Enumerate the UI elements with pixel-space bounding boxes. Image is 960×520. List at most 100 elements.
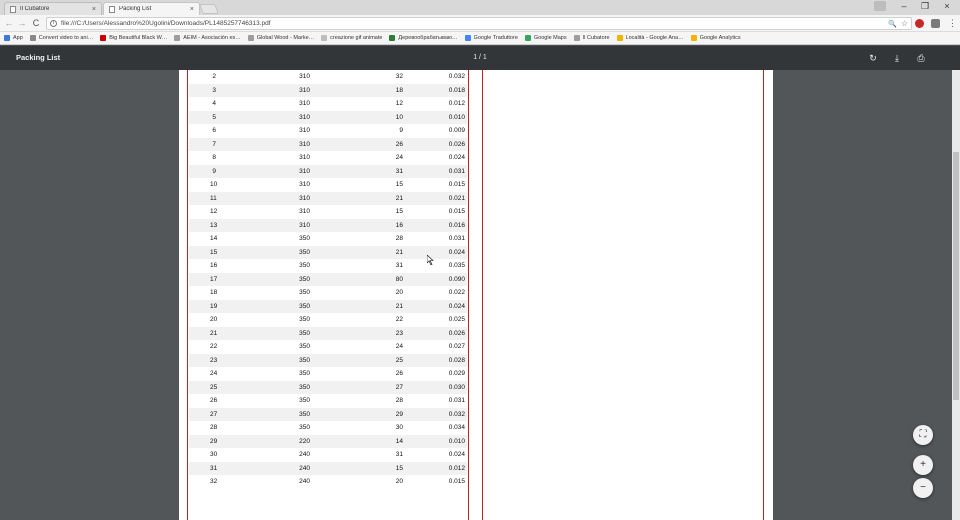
bookmark-star-icon[interactable]: ☆ xyxy=(901,19,908,28)
table-row: 29 220 14 0.010 xyxy=(189,434,467,448)
extension-icon[interactable] xyxy=(915,19,924,28)
close-window-button[interactable]: × xyxy=(939,1,955,11)
table-row: 24 350 26 0.029 xyxy=(189,367,467,381)
quantity-value: 31 xyxy=(395,262,403,269)
bookmark-item[interactable]: Convert video to ani… xyxy=(29,35,94,41)
length-value: 310 xyxy=(299,208,310,215)
bookmark-label: Big Beautiful Black W… xyxy=(109,35,168,41)
scrollbar[interactable] xyxy=(952,70,960,520)
length-value: 350 xyxy=(299,275,310,283)
quantity-value: 21 xyxy=(395,248,403,256)
length-value: 350 xyxy=(299,397,310,404)
volume-value: 0.035 xyxy=(448,262,465,269)
bookmark-label: AEIM - Asociación es… xyxy=(183,35,241,41)
quantity-value: 20 xyxy=(395,289,403,296)
row-number: 18 xyxy=(210,289,218,296)
minimize-button[interactable]: – xyxy=(896,1,912,11)
bookmark-item[interactable]: App xyxy=(4,35,23,41)
zoom-in-button[interactable]: + xyxy=(913,455,933,475)
quantity-value: 28 xyxy=(395,235,403,242)
print-icon[interactable]: ⎙ xyxy=(915,52,927,64)
table-row: 11 310 21 0.021 xyxy=(189,191,467,205)
forward-button[interactable]: → xyxy=(16,18,28,28)
length-value: 350 xyxy=(299,329,310,337)
volume-value: 0.032 xyxy=(448,410,465,418)
download-icon[interactable]: ⤓ xyxy=(891,52,903,64)
row-number: 25 xyxy=(210,383,218,391)
browser-toolbar: ← → C i file:///C:/Users/Alessandro%20Ug… xyxy=(0,15,960,32)
page-indicator: 1 / 1 xyxy=(473,54,487,61)
tab-packing-list[interactable]: Packing List × xyxy=(103,2,200,15)
length-value: 220 xyxy=(299,437,310,445)
bookmark-label: creazione gif animate xyxy=(330,35,383,41)
profile-icon[interactable] xyxy=(874,1,886,11)
row-number: 6 xyxy=(212,127,216,134)
length-value: 240 xyxy=(299,451,310,458)
row-number: 17 xyxy=(210,275,218,283)
bookmark-item[interactable]: Google Analytics xyxy=(690,35,741,41)
bookmark-favicon-icon xyxy=(4,35,10,41)
table-row: 23 350 25 0.028 xyxy=(189,353,467,367)
pdf-viewport[interactable]: 2 310 32 0.032 3 310 18 0.018 4 310 12 0.012 5 310 10 0… xyxy=(0,70,952,520)
bookmark-item[interactable]: Деревообрабатываю… xyxy=(389,35,458,41)
close-tab-icon[interactable]: × xyxy=(92,6,96,13)
new-tab-button[interactable] xyxy=(199,4,219,14)
row-number: 11 xyxy=(210,194,217,202)
quantity-value: 26 xyxy=(395,370,403,377)
row-number: 24 xyxy=(210,370,218,377)
restore-button[interactable]: ❐ xyxy=(917,1,933,12)
info-icon[interactable]: i xyxy=(50,20,57,27)
document-icon xyxy=(109,5,115,13)
quantity-value: 9 xyxy=(399,127,403,134)
menu-icon[interactable]: ⋮ xyxy=(948,18,957,29)
table-row: 5 310 10 0.010 xyxy=(189,110,467,124)
volume-value: 0.021 xyxy=(448,194,465,202)
fit-page-button[interactable]: ⛶ xyxy=(913,425,933,445)
back-button[interactable]: ← xyxy=(3,18,15,28)
zoom-icon[interactable]: 🔍 xyxy=(888,20,897,28)
quantity-value: 28 xyxy=(395,397,403,404)
zoom-out-button[interactable]: − xyxy=(913,478,933,498)
close-tab-icon[interactable]: × xyxy=(190,6,194,13)
quantity-value: 20 xyxy=(395,478,403,485)
rotate-icon[interactable]: ↻ xyxy=(867,52,879,64)
bookmark-item[interactable]: Il Cubatore xyxy=(573,35,610,41)
bookmark-item[interactable]: Google Maps xyxy=(524,35,567,41)
bookmark-item[interactable]: Big Beautiful Black W… xyxy=(100,35,167,41)
length-value: 310 xyxy=(299,194,310,202)
bookmark-item[interactable]: Google Traduttore xyxy=(464,35,518,41)
table-row: 10 310 15 0.015 xyxy=(189,178,467,192)
row-number: 12 xyxy=(210,208,218,215)
quantity-value: 10 xyxy=(395,113,403,121)
bookmark-item[interactable]: Località - Google Ana… xyxy=(616,35,684,41)
quantity-value: 21 xyxy=(395,194,403,202)
row-number: 16 xyxy=(210,262,218,269)
bookmark-favicon-icon xyxy=(321,35,328,41)
length-value: 310 xyxy=(299,154,310,161)
table-row: 31 240 15 0.012 xyxy=(189,461,467,475)
volume-value: 0.015 xyxy=(448,208,465,215)
quantity-value: 32 xyxy=(395,73,403,80)
quantity-value: 12 xyxy=(395,100,403,107)
address-bar[interactable]: i file:///C:/Users/Alessandro%20Ugolini/… xyxy=(46,17,912,30)
bookmark-label: Convert video to ani… xyxy=(38,35,94,41)
row-number: 28 xyxy=(210,424,218,431)
row-number: 2 xyxy=(212,73,216,80)
bookmark-item[interactable]: AEIM - Asociación es… xyxy=(174,35,241,41)
bookmark-item[interactable]: creazione gif animate xyxy=(321,35,382,41)
volume-value: 0.028 xyxy=(448,356,465,364)
table-row: 15 350 21 0.024 xyxy=(189,245,467,259)
row-number: 14 xyxy=(210,235,218,242)
bookmark-label: Global Wood - Marke… xyxy=(256,35,315,41)
bookmark-label: Деревообрабатываю… xyxy=(398,35,458,41)
quantity-value: 25 xyxy=(395,356,403,364)
row-number: 21 xyxy=(210,329,218,337)
bookmark-label: Il Cubatore xyxy=(582,35,610,41)
bookmark-item[interactable]: Global Wood - Marke… xyxy=(247,35,315,41)
extension-icon[interactable] xyxy=(931,19,940,28)
tab-il-cubatore[interactable]: Il Cubatore × xyxy=(4,2,102,15)
quantity-value: 24 xyxy=(395,154,403,161)
scrollbar-thumb[interactable] xyxy=(953,152,959,400)
reload-button[interactable]: C xyxy=(30,18,42,28)
url-text[interactable]: file:///C:/Users/Alessandro%20Ugolini/Do… xyxy=(61,20,888,27)
